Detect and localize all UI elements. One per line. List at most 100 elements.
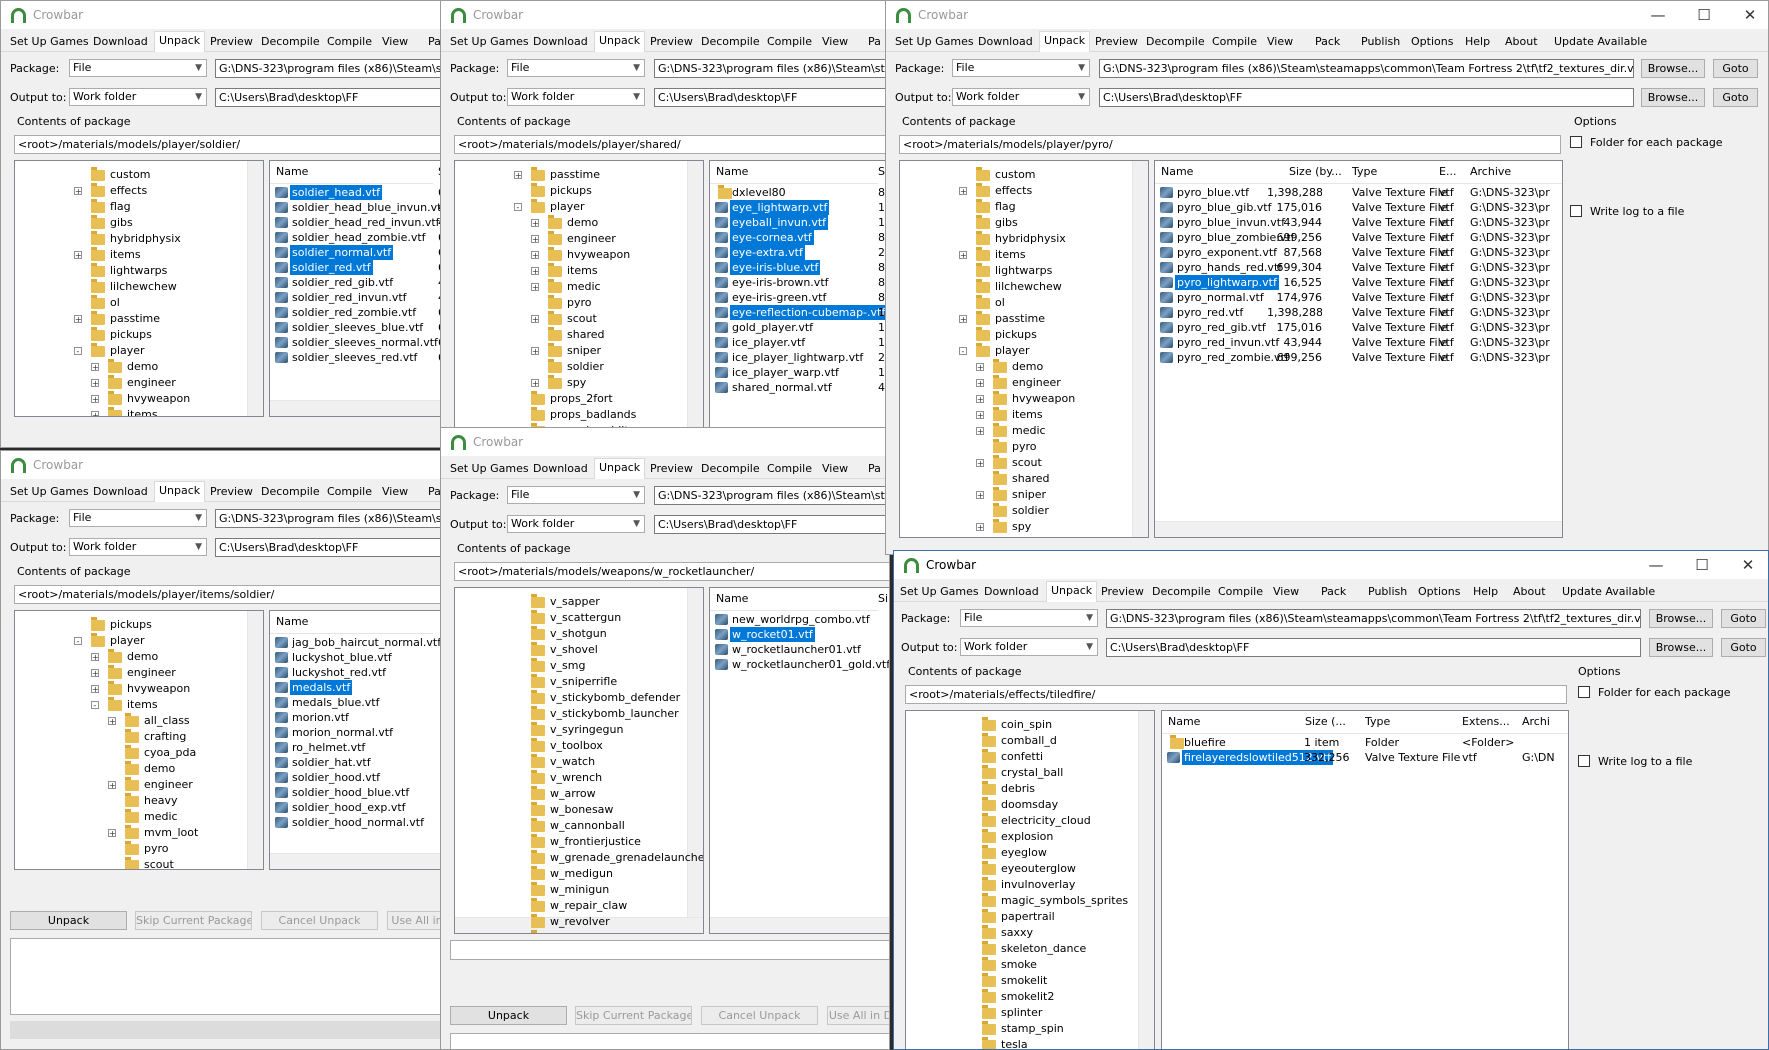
expand-icon[interactable]: + — [531, 251, 539, 260]
output-type-select[interactable]: Work folder ▼ — [69, 88, 207, 106]
tab-pack[interactable]: Pack — [1315, 33, 1340, 50]
file-row[interactable]: soldier_hood_normal.vtf — [272, 815, 432, 830]
tab-view[interactable]: View — [1273, 583, 1299, 600]
close-icon[interactable]: ✕ — [1732, 554, 1764, 576]
file-row[interactable]: soldier_hat.vtf — [272, 755, 432, 770]
tab-preview[interactable]: Preview — [650, 33, 693, 50]
file-row[interactable]: pyro_blue_zombie.vtf 699,256 Valve Texture… — [1157, 230, 1550, 245]
column-header-name[interactable]: Name — [1161, 165, 1193, 178]
file-row[interactable]: ice_player.vtf 1, — [712, 335, 889, 350]
package-type-select[interactable]: File ▼ — [507, 486, 645, 504]
files-hscrollbar[interactable] — [270, 400, 441, 416]
expand-icon[interactable]: + — [108, 829, 116, 838]
expand-icon[interactable]: + — [108, 717, 116, 726]
tab-preview[interactable]: Preview — [1101, 583, 1144, 600]
file-list[interactable]: Name jag_bob_haircut_normal.vtf luckyshot… — [269, 610, 441, 870]
cancel-unpack-button[interactable]: Cancel Unpack — [701, 1006, 818, 1025]
file-row[interactable]: gold_player.vtf 1, — [712, 320, 889, 335]
collapse-icon[interactable]: - — [91, 701, 99, 710]
tab-help[interactable]: Help — [1465, 33, 1490, 50]
tab-pack[interactable]: Pack — [1321, 583, 1346, 600]
column-header-size[interactable]: Size (... — [1305, 715, 1346, 728]
expand-icon[interactable]: + — [74, 251, 82, 260]
maximize-icon[interactable]: ☐ — [1686, 554, 1718, 576]
output-path-input[interactable]: C:\Users\Brad\desktop\FF — [654, 515, 889, 534]
output-type-select[interactable]: Work folder ▼ — [507, 515, 645, 533]
file-row[interactable]: soldier_hood.vtf — [272, 770, 432, 785]
folder-each-package-checkbox[interactable] — [1570, 136, 1582, 148]
goto-output-button[interactable]: Goto — [1713, 88, 1758, 107]
tab-view[interactable]: View — [822, 33, 848, 50]
file-row[interactable]: new_worldrpg_combo.vtf — [712, 612, 877, 627]
tab-preview[interactable]: Preview — [650, 460, 693, 477]
expand-icon[interactable]: + — [976, 523, 984, 532]
folder-tree[interactable]: pickups - player + demo + engineer + hvyweapon - i… — [14, 610, 264, 870]
tab-compile[interactable]: Compile — [1212, 33, 1257, 50]
expand-icon[interactable]: + — [74, 315, 82, 324]
folder-tree[interactable]: custom + effects flag gibs hybridphysix + items… — [14, 160, 264, 417]
column-header-name[interactable]: Name — [716, 165, 748, 178]
file-row[interactable]: soldier_red_gib.vtf4 — [272, 275, 441, 290]
file-row[interactable]: pyro_hands_red.vtf 699,304 Valve Texture F… — [1157, 260, 1550, 275]
file-row[interactable]: pyro_red_zombie.vtf 699,256 Valve Texture … — [1157, 350, 1550, 365]
tab-set-up-games[interactable]: Set Up Games — [10, 33, 89, 50]
tab-decompile[interactable]: Decompile — [1146, 33, 1205, 50]
file-row[interactable]: pyro_normal.vtf 174,976 Valve Texture File… — [1157, 290, 1550, 305]
package-path-input[interactable]: G:\DNS-323\program files (x86)\Steam\ste… — [1099, 59, 1634, 78]
file-row[interactable]: eye-iris-brown.vtf87 — [712, 275, 889, 290]
file-row[interactable]: pyro_red_gib.vtf 175,016 Valve Texture Fil… — [1157, 320, 1550, 335]
files-hscrollbar[interactable] — [710, 917, 889, 933]
expand-icon[interactable]: + — [976, 363, 984, 372]
tab-compile[interactable]: Compile — [767, 460, 812, 477]
file-row[interactable]: soldier_red.vtf6 — [272, 260, 441, 275]
file-row[interactable]: soldier_red_zombie.vtf6 — [272, 305, 441, 320]
file-row[interactable]: morion.vtf — [272, 710, 432, 725]
expand-icon[interactable]: + — [531, 219, 539, 228]
file-row[interactable]: bluefire 1 item Folder <Folder> — [1164, 735, 1552, 750]
folder-each-package-checkbox[interactable] — [1578, 686, 1590, 698]
minimize-icon[interactable]: — — [1642, 4, 1674, 26]
package-type-select[interactable]: File ▼ — [952, 59, 1090, 77]
title-bar[interactable]: Crowbar — [1, 451, 441, 479]
file-row[interactable]: jag_bob_haircut_normal.vtf — [272, 635, 441, 650]
tab-options[interactable]: Options — [1411, 33, 1453, 50]
tab-pack[interactable]: Pa — [868, 460, 881, 477]
file-list[interactable]: NameSi soldier_head.vtf6soldier_head_blu… — [269, 160, 441, 417]
file-row[interactable]: morion_normal.vtf — [272, 725, 432, 740]
output-type-select[interactable]: Work folder ▼ — [952, 88, 1090, 106]
column-header-type[interactable]: Type — [1365, 715, 1390, 728]
expand-icon[interactable]: + — [959, 251, 967, 260]
file-row[interactable]: w_rocketlauncher01_gold.vtf — [712, 657, 889, 672]
collapse-icon[interactable]: - — [959, 347, 967, 356]
tab-decompile[interactable]: Decompile — [701, 460, 760, 477]
tab-download[interactable]: Download — [93, 483, 148, 500]
file-row[interactable]: eye-cornea.vtf87 — [712, 230, 889, 245]
tab-set-up-games[interactable]: Set Up Games — [900, 583, 979, 600]
expand-icon[interactable]: + — [531, 267, 539, 276]
file-row[interactable]: medals_blue.vtf — [272, 695, 432, 710]
expand-icon[interactable]: + — [976, 395, 984, 404]
files-hscrollbar[interactable] — [270, 853, 441, 869]
file-row[interactable]: soldier_head_blue_invun.vtf4 — [272, 200, 441, 215]
column-header-extension[interactable]: E... — [1439, 165, 1456, 178]
expand-icon[interactable]: + — [91, 411, 99, 416]
expand-icon[interactable]: + — [91, 379, 99, 388]
tab-view[interactable]: View — [822, 460, 848, 477]
file-row[interactable]: soldier_head_red_invun.vtf4 — [272, 215, 441, 230]
goto-package-button[interactable]: Goto — [1713, 59, 1758, 78]
file-row[interactable]: pyro_red_invun.vtf 43,944 Valve Texture Fi… — [1157, 335, 1550, 350]
tree-scrollbar[interactable] — [687, 161, 703, 431]
expand-icon[interactable]: + — [976, 459, 984, 468]
package-type-select[interactable]: File ▼ — [960, 609, 1098, 627]
file-row[interactable]: w_rocketlauncher01.vtf — [712, 642, 877, 657]
tab-decompile[interactable]: Decompile — [701, 33, 760, 50]
folder-tree[interactable]: custom + effects flag gibs hybridphysix + items… — [899, 160, 1149, 538]
browse-package-button[interactable]: Browse... — [1641, 59, 1705, 78]
tab-pack[interactable]: Pa — [428, 33, 441, 50]
expand-icon[interactable]: + — [959, 187, 967, 196]
file-row[interactable]: pyro_blue_invun.vtf 43,944 Valve Texture F… — [1157, 215, 1550, 230]
close-icon[interactable]: ✕ — [1734, 4, 1766, 26]
file-list[interactable]: Name Size (by... Type E... Archive pyro_… — [1154, 160, 1563, 538]
tab-publish[interactable]: Publish — [1368, 583, 1407, 600]
expand-icon[interactable]: + — [514, 171, 522, 180]
